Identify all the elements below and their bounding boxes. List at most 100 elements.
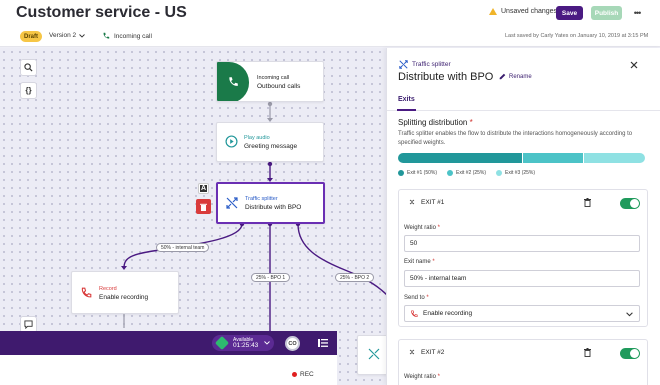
panel-title: Distribute with BPO: [398, 71, 494, 83]
avatar[interactable]: CO: [285, 336, 300, 351]
node-properties-panel: Traffic splitter Distribute with BPO Ren…: [386, 48, 660, 385]
legend-label: Exit #3 (25%): [505, 170, 536, 176]
collapse-icon[interactable]: [409, 199, 415, 207]
panel-type-label: Traffic splitter: [412, 61, 451, 68]
node-play-audio[interactable]: Play audio Greeting message: [216, 122, 324, 162]
agent-call-area: REC: [0, 355, 337, 385]
rename-button[interactable]: Rename: [499, 73, 532, 80]
chevron-down-icon: [626, 312, 633, 317]
more-options-button[interactable]: •••: [630, 6, 644, 20]
weight-ratio-label: Weight ratio *: [404, 374, 440, 380]
chevron-down-icon: [79, 33, 85, 38]
variables-tool-button[interactable]: {}: [20, 82, 37, 99]
node-incoming-call[interactable]: Incoming call Outbound calls: [216, 61, 324, 102]
save-button[interactable]: Save: [556, 6, 583, 20]
chevron-down-icon: [264, 341, 270, 345]
legend-label: Exit #1 (50%): [407, 170, 438, 176]
unsaved-label: Unsaved changes: [501, 8, 558, 15]
recording-indicator[interactable]: REC: [292, 371, 314, 378]
weight-ratio-label: Weight ratio *: [404, 225, 440, 231]
agent-status-bar: Available 01:25:43 CO: [0, 331, 337, 355]
phone-incoming-icon: [229, 77, 238, 86]
annotate-button[interactable]: A: [198, 183, 209, 194]
edge-label-exit-1: 50% - internal team: [156, 243, 210, 252]
weight-ratio-input[interactable]: 50: [404, 235, 640, 252]
distribution-bar: [398, 153, 645, 163]
trash-icon[interactable]: [584, 348, 591, 357]
panel-tabs: Exits: [387, 95, 660, 111]
unsaved-changes-indicator: Unsaved changes: [489, 8, 557, 15]
exit-enabled-toggle[interactable]: [620, 198, 640, 209]
connector-arrow: [121, 266, 127, 270]
exit-enabled-toggle[interactable]: [620, 348, 640, 359]
flow-toolbar: Draft Version 2 Incoming call Last saved…: [0, 27, 660, 47]
braces-icon: {}: [25, 86, 32, 95]
phone-incoming-icon: [103, 32, 110, 39]
node-record[interactable]: Record Enable recording: [71, 271, 179, 314]
exit-name-heading: EXIT #1: [421, 199, 445, 206]
legend-item-1: Exit #1 (50%): [398, 170, 437, 176]
version-label: Version 2: [49, 32, 77, 39]
send-to-label: Send to *: [404, 295, 429, 301]
trigger-label: Incoming call: [114, 32, 152, 40]
record-dot-icon: [292, 372, 297, 377]
panel-toggle-icon[interactable]: [318, 338, 328, 348]
search-tool-button[interactable]: [20, 59, 37, 76]
splitter-icon: [399, 60, 408, 69]
exit-name-heading: EXIT #2: [421, 349, 445, 356]
collapse-icon[interactable]: [409, 349, 415, 357]
delete-node-button[interactable]: [196, 199, 211, 214]
pencil-icon: [499, 73, 506, 80]
publish-button[interactable]: Publish: [591, 6, 622, 20]
splitting-description: Traffic splitter enables the flow to dis…: [398, 131, 633, 146]
distribution-segment-2: [521, 153, 584, 163]
version-dropdown[interactable]: Version 2: [49, 32, 85, 39]
splitter-icon: [226, 197, 238, 209]
splitting-distribution-heading: Splitting distribution *: [398, 118, 473, 127]
panel-node-type: Traffic splitter: [399, 60, 451, 69]
connector-port: [267, 161, 273, 167]
phone-record-icon: [81, 287, 92, 298]
node-name-label: Enable recording: [99, 294, 149, 301]
node-type-label: Incoming call: [257, 75, 290, 81]
page-title: Customer service - US: [16, 4, 187, 21]
node-name-label: Distribute with BPO: [245, 204, 302, 211]
close-panel-button[interactable]: [630, 61, 638, 72]
legend-swatch: [447, 170, 454, 176]
warning-icon: [489, 8, 497, 15]
distribution-legend: Exit #1 (50%) Exit #2 (25%) Exit #3 (25%): [398, 170, 535, 176]
search-icon: [24, 63, 33, 72]
legend-swatch: [496, 170, 503, 176]
tab-exits[interactable]: Exits: [398, 96, 415, 103]
node-name-label: Outbound calls: [257, 83, 301, 90]
play-icon: [225, 135, 238, 148]
status-timer: 01:25:43: [233, 342, 259, 349]
node-traffic-splitter[interactable]: Traffic splitter Distribute with BPO: [216, 182, 325, 224]
distribution-segment-3: [583, 153, 645, 163]
node-name-label: Greeting message: [244, 143, 298, 150]
legend-swatch: [398, 170, 404, 176]
trash-icon[interactable]: [584, 198, 591, 207]
legend-label: Exit #2 (25%): [456, 170, 487, 176]
exit-name-input[interactable]: 50% - internal team: [404, 270, 640, 287]
close-icon: [630, 61, 638, 69]
availability-dropdown[interactable]: Available 01:25:43: [212, 335, 274, 351]
comment-icon: [24, 320, 33, 329]
edge-label-exit-3: 25% - BPO 2: [335, 273, 375, 282]
exit-header: EXIT #2: [399, 340, 647, 366]
legend-item-2: Exit #2 (25%): [447, 170, 486, 176]
status-icon: [214, 335, 230, 351]
send-to-select[interactable]: Enable recording: [404, 305, 640, 322]
rename-label: Rename: [509, 73, 532, 80]
app-header: Customer service - US Unsaved changes Sa…: [0, 0, 660, 27]
splitting-title-text: Splitting distribution: [398, 118, 468, 127]
node-type-label: Record: [99, 286, 117, 292]
edge-label-exit-2: 25% - BPO 1: [251, 273, 291, 282]
node-type-label: Play audio: [244, 135, 270, 141]
last-saved-info: Last saved by Carly Yates on January 10,…: [505, 33, 649, 39]
connector-exit-3: [297, 223, 388, 297]
exit-name-label: Exit name *: [404, 259, 435, 265]
node-type-label: Traffic splitter: [245, 196, 278, 202]
trash-icon: [200, 203, 207, 211]
active-tab-indicator: [397, 109, 416, 111]
